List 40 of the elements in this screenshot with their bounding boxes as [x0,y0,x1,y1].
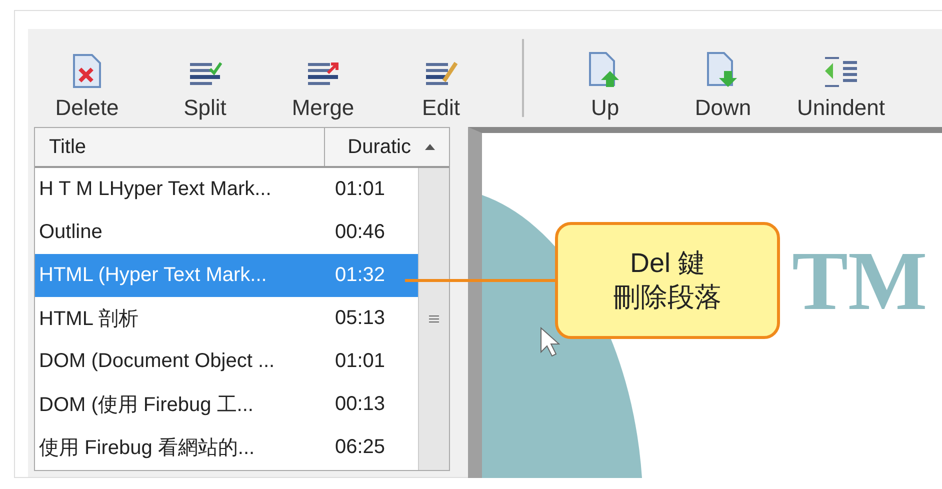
toolbar-button[interactable]: Down [664,29,782,127]
duration-cell-text: 05:13 [334,307,386,330]
duration-cell-text: 01:32 [334,264,386,287]
list-row[interactable]: HTML 剖析 05:13 [35,297,418,340]
column-header[interactable]: Title [35,128,325,166]
document-down-arrow-icon [706,51,740,89]
list-row[interactable]: 使用 Firebug 看網站的... 06:25 [35,426,418,469]
duration-cell-text: 00:13 [334,393,386,416]
sort-arrow-icon [425,144,435,150]
duration-cell-text: 06:25 [334,436,386,459]
list-row[interactable]: DOM (使用 Firebug 工... 00:13 [35,383,418,426]
list-row[interactable]: Outline 00:46 [35,211,418,254]
callout-text: Del 鍵 [630,246,705,280]
slide-title: TM [792,234,928,330]
toolbar-button[interactable]: Split [146,29,264,127]
column-header[interactable]: Duratic [325,128,415,166]
callout-text: 刪除段落 [614,280,722,314]
toolbar-button[interactable]: Delete [28,29,146,127]
duration-cell-text: 01:01 [334,178,386,201]
scrollbar[interactable] [418,168,449,470]
grip-icon [429,314,439,324]
title-cell-text: H T M LHyper Text Mark... [38,178,272,201]
toolbar-button[interactable]: Merge [264,29,382,127]
duration-cell-text: 00:46 [334,221,386,244]
title-cell-text: 使用 Firebug 看網站的... [38,436,256,461]
list-row[interactable]: DOM (Document Object ... 01:01 [35,340,418,383]
toolbar-button[interactable]: Edit [382,29,500,127]
list-row[interactable]: H T M LHyper Text Mark... 01:01 [35,168,418,211]
unindent-icon [823,55,859,89]
toolbar-button[interactable]: Unindent [782,29,900,127]
document-x-icon [72,53,102,89]
duration-cell-text: 01:01 [334,350,386,373]
title-cell-text: HTML 剖析 [38,307,140,332]
title-cell-text: HTML (Hyper Text Mark... [38,264,268,287]
mouse-pointer-icon [540,327,560,357]
toolbar-button[interactable]: Up [546,29,664,127]
document-up-arrow-icon [588,51,622,89]
title-cell-text: DOM (Document Object ... [38,350,276,373]
title-cell-text: Outline [38,221,104,244]
title-cell-text: DOM (使用 Firebug 工... [38,393,254,418]
